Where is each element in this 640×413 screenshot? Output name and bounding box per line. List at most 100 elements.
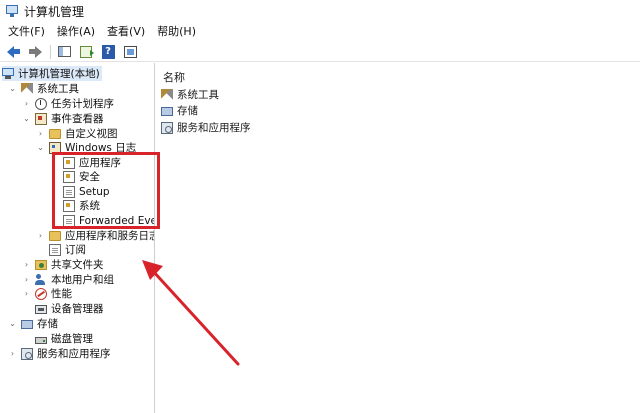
tree-item-security-log[interactable]: 安全 [50,169,100,184]
tree-label-setup: Setup [79,185,110,198]
disk-icon [35,336,47,344]
expand-chevron-icon[interactable]: › [36,231,45,240]
forward-button[interactable] [26,44,44,60]
tree-item-performance[interactable]: › 性能 [22,286,72,301]
show-hide-console-tree-button[interactable] [55,44,73,60]
tree-label-custom-views: 自定义视图 [65,128,118,140]
tree-label-performance: 性能 [51,288,72,300]
expand-chevron-icon[interactable]: › [22,260,31,269]
show-hide-console-tree-icon [57,46,71,57]
back-arrow-icon [6,45,20,58]
tree-item-system-log[interactable]: 系统 [50,198,100,213]
forward-arrow-icon [28,45,42,58]
list-item-label: 存储 [177,105,198,117]
services-icon [21,347,33,360]
tree-label-disk-management: 磁盘管理 [51,333,93,345]
tree-label-services-apps: 服务和应用程序 [37,348,111,360]
tree-item-windows-logs[interactable]: ⌄ Windows 日志 [36,140,136,155]
tree-item-custom-views[interactable]: › 自定义视图 [36,126,118,141]
tree-item-root[interactable]: 计算机管理(本地) [2,66,102,81]
tree-item-app-service-logs[interactable]: › 应用程序和服务日志 [36,228,155,243]
storage-icon [161,107,173,116]
help-icon: ? [101,44,115,59]
shared-folder-icon [35,260,47,270]
tree-item-forwarded-events[interactable]: Forwarded Even [50,213,154,228]
log-file-icon [63,156,75,169]
computer-management-icon [6,5,18,17]
folder-icon [49,129,61,139]
list-item-storage[interactable]: 存储 [161,103,198,118]
menu-help[interactable]: 帮助(H) [151,22,202,42]
tree-item-local-users[interactable]: › 本地用户和组 [22,272,114,287]
tree-label-system-tools: 系统工具 [37,83,79,95]
export-list-button[interactable] [77,44,95,60]
storage-icon [21,320,33,329]
expand-chevron-icon[interactable]: › [22,275,31,284]
tree-item-shared-folders[interactable]: › 共享文件夹 [22,257,104,272]
tree-item-event-viewer[interactable]: ⌄ 事件查看器 [22,111,104,126]
tree-item-setup-log[interactable]: Setup [50,184,110,199]
properties-view-button[interactable] [121,44,139,60]
computer-icon [2,67,14,80]
expand-chevron-icon[interactable]: › [8,349,17,358]
properties-view-icon [123,45,137,58]
tree-label-storage: 存储 [37,318,58,330]
tree-label-system: 系统 [79,200,100,212]
list-item-services-apps[interactable]: 服务和应用程序 [161,120,251,135]
tree-label-security: 安全 [79,171,100,183]
tree-label-forwarded: Forwarded Even [79,214,154,227]
menu-view[interactable]: 查看(V) [101,22,151,42]
tree-label-application: 应用程序 [79,157,121,169]
export-list-icon [80,45,94,58]
tree-item-storage[interactable]: ⌄ 存储 [8,316,58,331]
list-item-system-tools[interactable]: 系统工具 [161,87,219,102]
log-file-icon [63,185,75,198]
log-file-icon [63,199,75,212]
console-tree[interactable]: 计算机管理(本地) ⌄ 系统工具 › 任务计划程序 ⌄ 事件查看器 › 自定义视… [0,63,155,413]
tree-label-event-viewer: 事件查看器 [51,113,104,125]
tools-icon [161,88,173,101]
menu-action[interactable]: 操作(A) [51,22,101,42]
tree-label-shared-folders: 共享文件夹 [51,259,104,271]
tree-item-system-tools[interactable]: ⌄ 系统工具 [8,81,79,96]
subscriptions-icon [49,243,61,256]
content-pane[interactable]: 名称 系统工具 存储 服务和应用程序 [157,63,640,413]
toolbar-separator [50,44,51,59]
tree-label-local-users: 本地用户和组 [51,274,114,286]
tools-icon [21,82,33,95]
event-viewer-icon [35,112,47,125]
tree-label-task-scheduler: 任务计划程序 [51,98,114,110]
expand-chevron-icon[interactable]: › [22,289,31,298]
collapse-chevron-icon[interactable]: ⌄ [8,319,17,328]
collapse-chevron-icon[interactable]: ⌄ [8,84,17,93]
tree-item-disk-management[interactable]: 磁盘管理 [22,331,93,346]
expand-chevron-icon[interactable]: › [22,99,31,108]
collapse-chevron-icon[interactable]: ⌄ [36,143,45,152]
tree-label-app-service-logs: 应用程序和服务日志 [65,230,155,242]
column-header-name[interactable]: 名称 [163,69,185,85]
log-file-icon [63,170,75,183]
menu-file[interactable]: 文件(F) [2,22,51,42]
list-item-label: 系统工具 [177,89,219,101]
tree-label-windows-logs: Windows 日志 [65,142,137,154]
tree-label-root: 计算机管理(本地) [18,68,100,80]
tree-label-device-manager: 设备管理器 [51,303,104,315]
tree-item-task-scheduler[interactable]: › 任务计划程序 [22,96,114,111]
tree-item-subscriptions[interactable]: 订阅 [36,242,86,257]
tree-item-device-manager[interactable]: 设备管理器 [22,301,104,316]
list-item-label: 服务和应用程序 [177,122,251,134]
tree-label-subscriptions: 订阅 [65,244,86,256]
back-button[interactable] [4,44,22,60]
tree-item-services-apps[interactable]: › 服务和应用程序 [8,346,111,361]
services-icon [161,121,173,134]
log-file-icon [63,214,75,227]
device-manager-icon [35,305,47,314]
users-icon [35,273,47,286]
tree-item-application-log[interactable]: 应用程序 [50,155,121,170]
performance-icon [35,287,47,300]
folder-icon [49,231,61,241]
expand-chevron-icon[interactable]: › [36,129,45,138]
help-button[interactable]: ? [99,44,117,60]
collapse-chevron-icon[interactable]: ⌄ [22,114,31,123]
toolbar: ? [0,42,640,62]
